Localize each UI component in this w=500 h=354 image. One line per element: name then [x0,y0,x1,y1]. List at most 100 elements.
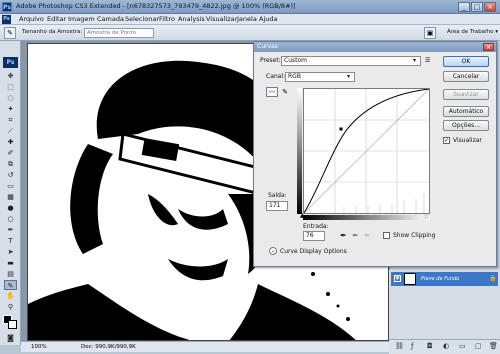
lock-icon: 🔒 [489,275,497,282]
shape-tool-icon[interactable]: ▬ [4,258,17,268]
menu-editar[interactable]: Editar [47,15,66,23]
zoom-tool-icon[interactable]: ⚲ [4,302,17,312]
options-button[interactable]: Opções... [443,120,489,131]
minimize-button[interactable]: _ [458,2,470,12]
black-point-slider[interactable]: ▲ [300,212,305,219]
title-bar: Ps Adobe Photoshop CS3 Extended - [n6783… [0,0,500,14]
maximize-button[interactable]: □ [471,2,483,12]
preview-checkbox[interactable]: ✓ [443,137,450,144]
sample-size-select[interactable]: Amostra de Ponto [84,28,154,38]
input-label: Entrada: [303,223,329,230]
gradient-tool-icon[interactable]: ▦ [4,192,17,202]
layer-mask-icon[interactable]: ◘ [427,342,433,350]
notes-tool-icon[interactable]: ▤ [4,269,17,279]
move-tool-icon[interactable]: ✥ [4,71,17,81]
quick-mask-icon[interactable]: ◙ [4,333,17,343]
photoshop-window: Ps Adobe Photoshop CS3 Extended - [n6783… [0,0,500,354]
menu-selecionar[interactable]: Selecionar [125,15,159,23]
workspace-icon[interactable]: ▣ [424,27,436,39]
status-bar: 100% Doc: 990,9K/990,9K [21,341,389,352]
link-layers-icon[interactable]: ⛓ [395,342,404,350]
layers-footer: ⛓ ƒ ◘ ◐ ▭ ▢ 🗑 [389,339,500,354]
eyedropper-tool-icon[interactable]: ✎ [4,27,16,39]
ok-button[interactable]: OK [443,56,489,67]
white-point-eyedropper-icon[interactable]: ✒ [364,231,371,240]
smooth-button[interactable]: Suavizar [443,89,489,100]
menu-imagem[interactable]: Imagem [68,15,95,23]
workspace-button[interactable]: Área de Trabalho ▾ [447,29,498,35]
menu-visualizar[interactable]: Visualizar [206,15,237,23]
black-point-eyedropper-icon[interactable]: ✒ [340,231,347,240]
white-point-slider[interactable]: △ [424,212,429,219]
layer-name: Plano de Fundo [421,276,460,282]
photoshop-logo-icon: Ps [2,2,12,12]
layer-row-background[interactable]: ◉ Plano de Fundo 🔒 [391,272,498,286]
curve-display-options-label[interactable]: Curve Display Options [280,248,347,255]
channel-label: Canal: [266,73,286,80]
type-tool-icon[interactable]: T [4,236,17,246]
expand-chevron-icon[interactable]: ⌄ [269,247,277,255]
layer-thumbnail [404,273,416,285]
menu-filtro[interactable]: Filtro [159,15,175,23]
marquee-tool-icon[interactable]: ⬚ [4,82,17,92]
healing-brush-tool-icon[interactable]: ✚ [4,137,17,147]
cancel-button[interactable]: Cancelar [443,71,489,82]
document-size: Doc: 990,9K/990,9K [81,344,136,350]
curve-graph[interactable] [303,88,430,214]
group-layers-icon[interactable]: ▭ [459,342,466,350]
hand-tool-icon[interactable]: ✋ [4,291,17,301]
preset-options-icon[interactable]: ☰ [425,57,430,64]
curve-svg [303,88,430,214]
output-label: Saída: [268,192,287,199]
eye-icon[interactable]: ◉ [394,275,401,282]
new-layer-icon[interactable]: ▢ [475,342,482,350]
curves-dialog-title: Curvas [254,42,496,52]
history-brush-tool-icon[interactable]: ↺ [4,170,17,180]
channel-select[interactable]: RGB [285,72,355,82]
background-color-swatch[interactable] [8,320,17,329]
input-field[interactable]: 76 [303,231,325,241]
gray-point-eyedropper-icon[interactable]: ✒ [352,231,359,240]
window-title: Adobe Photoshop CS3 Extended - [n6783275… [16,2,296,10]
magic-wand-tool-icon[interactable]: ✦ [4,104,17,114]
lasso-tool-icon[interactable]: ◌ [4,93,17,103]
menu-camada[interactable]: Camada [97,15,124,23]
crop-tool-icon[interactable]: ⌗ [4,115,17,125]
eyedropper-tool-active-icon[interactable]: ✎ [4,280,17,290]
clone-stamp-tool-icon[interactable]: ⧉ [4,159,17,169]
curve-draw-pencil-icon[interactable]: ✎ [280,87,290,97]
curve-edit-points-icon[interactable]: 〰 [266,87,278,97]
delete-layer-icon[interactable]: 🗑 [489,342,498,350]
zoom-level[interactable]: 100% [31,344,47,350]
output-gradient-bar [297,88,302,214]
adjustment-layer-icon[interactable]: ◐ [443,342,449,350]
curves-close-button[interactable]: × [483,43,494,51]
blur-tool-icon[interactable]: ● [4,203,17,213]
show-clipping-label: Show Clipping [393,232,436,239]
pen-tool-icon[interactable]: ✒ [4,225,17,235]
menu-janela[interactable]: Janela [237,15,257,23]
layer-style-icon[interactable]: ƒ [411,342,413,350]
dodge-tool-icon[interactable]: ○ [4,214,17,224]
show-clipping-checkbox[interactable] [383,232,390,239]
channel-dropdown-arrow-icon[interactable]: ▾ [347,73,350,80]
curve-control-point[interactable] [339,127,343,131]
eraser-tool-icon[interactable]: ▭ [4,181,17,191]
auto-button[interactable]: Automático [443,106,489,117]
menu-ajuda[interactable]: Ajuda [259,15,277,23]
brush-tool-icon[interactable]: ✐ [4,148,17,158]
menu-analysis[interactable]: Analysis [178,15,205,23]
sample-size-label: Tamanho da Amostra: [22,29,83,35]
close-button[interactable]: × [484,2,496,12]
menu-arquivo[interactable]: Arquivo [19,15,44,23]
ps-menu-icon: Ps [2,15,11,24]
options-bar: ✎ Tamanho da Amostra: Amostra de Ponto ▣… [0,25,500,41]
path-selection-tool-icon[interactable]: ➤ [4,247,17,257]
slice-tool-icon[interactable]: ⟋ [4,126,17,136]
preset-label: Preset: [260,57,281,64]
preset-select[interactable]: Custom [281,56,421,66]
output-field[interactable]: 171 [266,201,288,211]
toolbox: Ps ✥ ⬚ ◌ ✦ ⌗ ⟋ ✚ ✐ ⧉ ↺ ▭ ▦ ● ○ ✒ T ➤ ▬ ▤… [0,41,21,345]
preview-label: Visualizar [453,137,482,144]
preset-dropdown-arrow-icon[interactable]: ▾ [413,57,416,64]
